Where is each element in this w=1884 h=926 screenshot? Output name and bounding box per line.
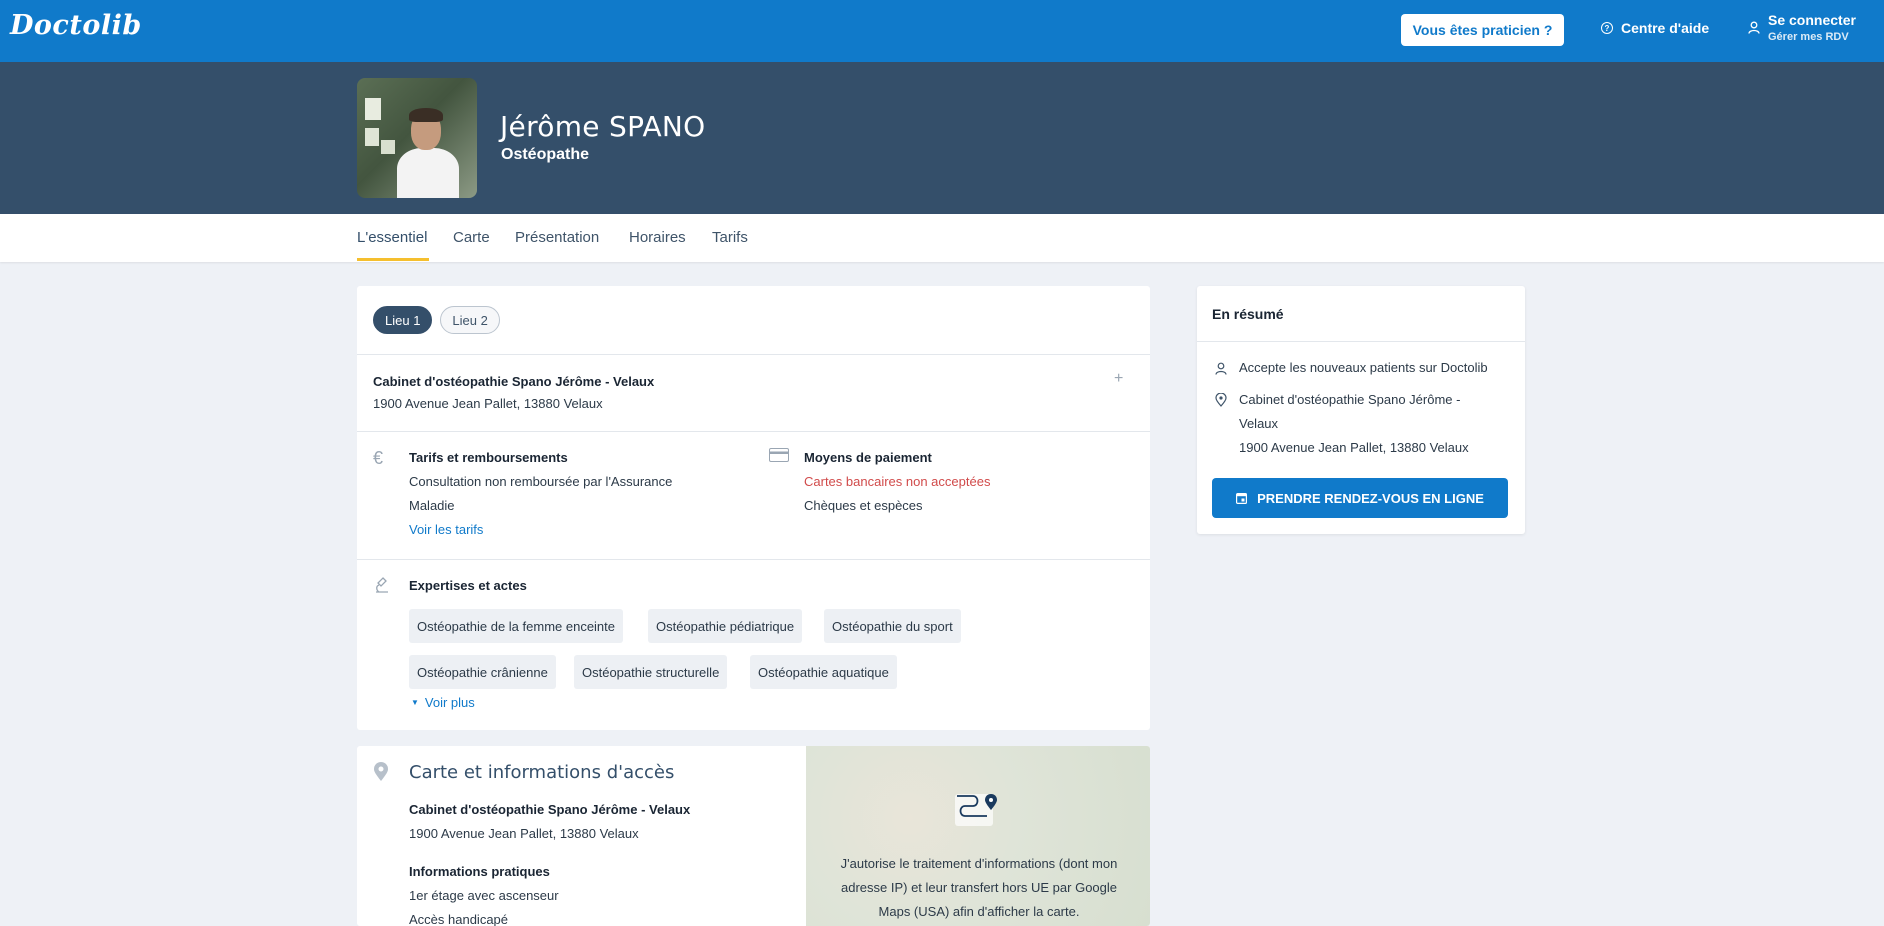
summary-cabinet-name: Cabinet d'ostéopathie Spano Jérôme - <box>1239 392 1461 407</box>
manage-appointments-label: Gérer mes RDV <box>1768 31 1849 43</box>
help-center-link[interactable]: ? Centre d'aide <box>1601 20 1709 36</box>
expertises-title: Expertises et actes <box>409 578 527 593</box>
expertise-tag: Ostéopathie pédiatrique <box>648 609 803 643</box>
login-title: Se connecter <box>1768 12 1856 28</box>
map-section-title: Carte et informations d'accès <box>409 762 675 783</box>
practitioner-name: Jérôme SPANO <box>500 110 706 143</box>
section-tabs: L'essentiel Carte Présentation Horaires … <box>0 214 1884 262</box>
practitioner-button[interactable]: Vous êtes praticien ? <box>1401 14 1564 46</box>
location-selector: Lieu 1 Lieu 2 <box>373 306 500 334</box>
summary-card: En résumé Accepte les nouveaux patients … <box>1197 286 1525 534</box>
expertise-tag: Ostéopathie de la femme enceinte <box>409 609 624 643</box>
expertise-tag: Ostéopathie du sport <box>824 609 961 643</box>
chevron-down-icon: ▼ <box>411 698 419 707</box>
tarifs-line: Maladie <box>409 498 455 513</box>
calendar-icon <box>1236 493 1248 504</box>
expertise-tag: Ostéopathie crânienne <box>409 655 556 689</box>
expertise-tag: Ostéopathie structurelle <box>574 655 728 689</box>
tab-presentation[interactable]: Présentation <box>515 229 599 246</box>
active-tab-indicator <box>357 258 429 261</box>
expertise-tag: Ostéopathie aquatique <box>750 655 897 689</box>
divider <box>357 431 1150 432</box>
new-patients-label: Accepte les nouveaux patients sur Doctol… <box>1239 360 1488 375</box>
map-consent-pane[interactable]: J'autorise le traitement d'informations … <box>806 746 1150 926</box>
expand-plus-icon[interactable]: + <box>1114 370 1123 388</box>
location-pin-icon <box>1215 393 1227 407</box>
top-navbar: Doctolib Vous êtes praticien ? ? Centre … <box>0 0 1884 62</box>
divider <box>1197 341 1525 342</box>
address-row: Cabinet d'ostéopathie Spano Jérôme - Vel… <box>1215 388 1469 460</box>
practical-info-line: Accès handicapé <box>409 912 509 926</box>
login-link[interactable]: Se connecter Gérer mes RDV <box>1748 12 1856 43</box>
summary-cabinet-name-cont: Velaux <box>1239 416 1279 431</box>
other-payment-methods: Chèques et espèces <box>804 498 923 513</box>
location-chip-1[interactable]: Lieu 1 <box>373 306 433 334</box>
cabinet-name: Cabinet d'ostéopathie Spano Jérôme - Vel… <box>373 374 655 389</box>
help-center-label: Centre d'aide <box>1621 20 1710 36</box>
map-access-card: Carte et informations d'accès Cabinet d'… <box>357 746 1150 926</box>
user-icon <box>1748 21 1760 34</box>
location-pin-icon <box>374 762 388 781</box>
credit-card-icon <box>769 448 789 462</box>
location-chip-2[interactable]: Lieu 2 <box>440 306 500 334</box>
tab-horaires[interactable]: Horaires <box>629 229 686 246</box>
tarifs-line: Consultation non remboursée par l'Assura… <box>409 474 673 489</box>
see-tarifs-link[interactable]: Voir les tarifs <box>409 522 483 537</box>
doctolib-logo[interactable]: Doctolib <box>10 10 142 41</box>
card-payment-status: Cartes bancaires non acceptées <box>804 474 991 489</box>
summary-title: En résumé <box>1212 306 1284 322</box>
microscope-icon <box>376 577 388 593</box>
map-cabinet-address: 1900 Avenue Jean Pallet, 13880 Velaux <box>409 826 639 841</box>
map-route-icon <box>955 794 997 826</box>
see-more-link[interactable]: ▼ Voir plus <box>411 695 475 710</box>
practical-info-line: 1er étage avec ascenseur <box>409 888 559 903</box>
map-consent-text: J'autorise le traitement d'informations … <box>840 856 1118 919</box>
tab-tarifs[interactable]: Tarifs <box>712 229 748 246</box>
euro-icon: € <box>373 448 384 468</box>
practitioner-photo <box>357 78 477 198</box>
see-more-label: Voir plus <box>424 695 475 710</box>
book-appointment-button[interactable]: PRENDRE RENDEZ-VOUS EN LIGNE <box>1212 478 1508 518</box>
tarifs-title: Tarifs et remboursements <box>409 450 568 465</box>
practitioner-specialty: Ostéopathe <box>501 146 590 163</box>
book-appointment-label: PRENDRE RENDEZ-VOUS EN LIGNE <box>1257 490 1484 506</box>
divider <box>357 354 1150 355</box>
summary-address: 1900 Avenue Jean Pallet, 13880 Velaux <box>1239 440 1469 455</box>
essentials-card: Lieu 1 Lieu 2 Cabinet d'ostéopathie Span… <box>357 286 1150 730</box>
practical-info-title: Informations pratiques <box>409 864 550 879</box>
profile-header: Jérôme SPANO Ostéopathe <box>0 62 1884 214</box>
help-icon: ? <box>1601 22 1613 34</box>
cabinet-address: 1900 Avenue Jean Pallet, 13880 Velaux <box>373 396 603 411</box>
user-icon <box>1215 362 1227 375</box>
tab-essentiel[interactable]: L'essentiel <box>357 229 427 246</box>
divider <box>357 559 1150 560</box>
map-cabinet-name: Cabinet d'ostéopathie Spano Jérôme - Vel… <box>409 802 691 817</box>
tab-carte[interactable]: Carte <box>453 229 490 246</box>
new-patients-row: Accepte les nouveaux patients sur Doctol… <box>1215 356 1488 380</box>
payment-title: Moyens de paiement <box>804 450 932 465</box>
